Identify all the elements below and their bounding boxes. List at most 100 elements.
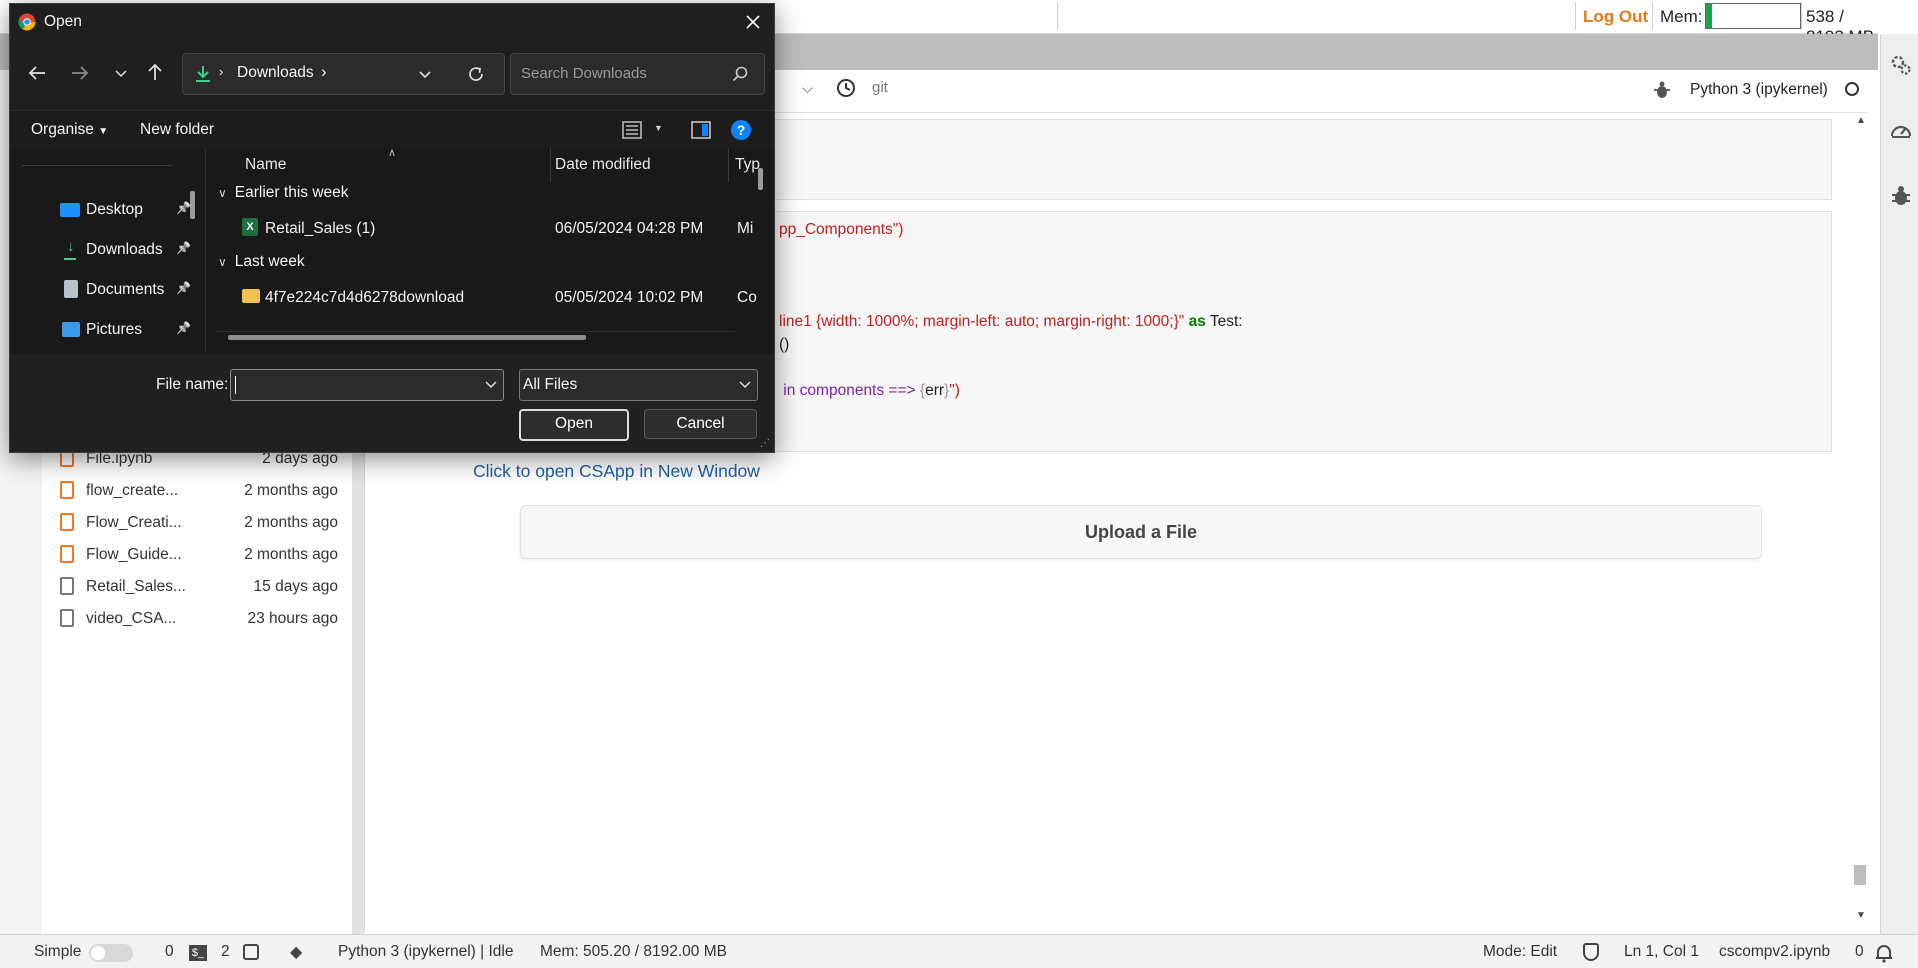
nav-item-documents[interactable]: Documents 📌 — [40, 273, 200, 307]
cursor-position[interactable]: Ln 1, Col 1 — [1624, 943, 1699, 961]
search-downloads-box[interactable]: Search Downloads — [510, 53, 765, 95]
shield-icon[interactable] — [1583, 943, 1599, 961]
clock-icon[interactable] — [836, 78, 856, 98]
nav-item-pictures[interactable]: Pictures 📌 — [40, 313, 200, 347]
file-browser-item[interactable]: Flow_Guide... 2 months ago — [56, 541, 346, 571]
refresh-icon[interactable] — [467, 65, 485, 83]
terminal-icon[interactable]: $_ — [189, 945, 207, 961]
dialog-navbar: › Downloads › Search Downloads — [10, 40, 774, 110]
pin-icon[interactable]: 📌 — [176, 281, 191, 295]
file-browser-item[interactable]: flow_create... 2 months ago — [56, 477, 346, 507]
pin-icon[interactable]: 📌 — [176, 241, 191, 255]
column-header-name[interactable]: Name — [245, 156, 286, 174]
organise-button[interactable]: Organise ▼ — [31, 121, 108, 139]
git-branch-icon[interactable]: ◆ — [290, 942, 302, 962]
kernel-name[interactable]: Python 3 (ipykernel) — [1690, 81, 1828, 99]
scrollbar-thumb[interactable] — [1854, 865, 1866, 885]
up-arrow-icon[interactable] — [146, 63, 164, 81]
group-header[interactable]: ∨ Earlier this week — [218, 184, 349, 202]
code-keyword: as — [1188, 313, 1206, 330]
debugger-icon[interactable] — [1891, 185, 1911, 207]
file-browser-item[interactable]: video_CSA... 23 hours ago — [56, 605, 346, 635]
column-header-date[interactable]: Date modified — [555, 156, 651, 174]
right-sidebar — [1880, 34, 1918, 934]
property-inspector-icon[interactable] — [1890, 54, 1912, 76]
back-arrow-icon[interactable] — [28, 65, 46, 81]
mode-indicator: Mode: Edit — [1483, 943, 1558, 960]
breadcrumb-downloads[interactable]: Downloads — [237, 64, 314, 82]
search-placeholder: Search Downloads — [521, 65, 647, 82]
file-browser-item[interactable]: Retail_Sales... 15 days ago — [56, 573, 346, 603]
close-icon[interactable] — [745, 14, 761, 30]
pin-icon[interactable]: 📌 — [176, 321, 191, 335]
cpu-icon[interactable] — [243, 944, 259, 960]
filename: cscompv2.ipynb — [1719, 943, 1831, 960]
dialog-title: Open — [44, 13, 82, 30]
file-type-filter-value: All Files — [523, 376, 578, 393]
help-icon[interactable]: ? — [731, 120, 751, 140]
file-name-dropdown-chevron-icon[interactable] — [485, 381, 497, 389]
pin-icon[interactable]: 📌 — [176, 201, 191, 215]
view-options-caret-icon[interactable]: ▼ — [654, 123, 663, 133]
file-type-filter[interactable]: All Files — [519, 369, 758, 401]
preview-pane-icon[interactable] — [691, 121, 711, 139]
code-line: pp_Components") — [779, 221, 904, 238]
code-line: () — [779, 336, 790, 353]
column-divider[interactable] — [728, 148, 729, 182]
file-modified: 2 months ago — [244, 482, 338, 499]
nav-scrollbar-thumb[interactable] — [190, 191, 195, 219]
code-text: in components ==> — [779, 382, 920, 399]
address-bar[interactable]: › Downloads › — [182, 53, 505, 95]
forward-arrow-icon[interactable] — [71, 65, 89, 81]
nav-item-downloads[interactable]: ↓ Downloads 📌 — [40, 233, 200, 267]
new-folder-button[interactable]: New folder — [140, 121, 214, 139]
nav-item-desktop[interactable]: Desktop 📌 — [40, 193, 200, 227]
git-button[interactable]: git — [872, 79, 888, 96]
chevron-down-icon[interactable]: ⌵ — [802, 80, 813, 97]
nav-item-label: Documents — [86, 281, 165, 298]
status-bar: Simple 0 $_ 2 ◆ Python 3 (ipykernel) | I… — [0, 934, 1918, 968]
simple-mode-toggle[interactable] — [89, 944, 133, 962]
gauge-icon[interactable] — [1889, 120, 1913, 142]
file-row[interactable]: X Retail_Sales (1) 06/05/2024 04:28 PM Mi — [210, 214, 758, 244]
group-collapse-chevron-icon[interactable]: ∨ — [218, 255, 227, 269]
upload-file-button[interactable]: Upload a File — [520, 505, 1762, 559]
file-list-hscroll-thumb[interactable] — [228, 335, 586, 340]
breadcrumb-separator-icon: › — [219, 64, 224, 79]
bell-icon[interactable] — [1875, 943, 1893, 963]
notification-count: 0 — [1855, 943, 1864, 960]
file-icon — [60, 609, 74, 627]
kernel-count[interactable]: 2 — [221, 943, 230, 961]
column-header-type[interactable]: Typ — [735, 156, 760, 174]
kernel-status[interactable]: Python 3 (ipykernel) | Idle — [338, 943, 513, 961]
scroll-down-arrow-icon[interactable]: ▼ — [1856, 910, 1866, 921]
file-row[interactable]: 4f7e224c7d4d6278download 05/05/2024 10:02… — [210, 283, 758, 313]
file-list-vscroll-thumb[interactable] — [758, 168, 763, 190]
terminal-count[interactable]: 0 — [165, 943, 174, 961]
view-options-icon[interactable] — [622, 121, 642, 139]
group-header[interactable]: ∨ Last week — [218, 253, 305, 271]
open-button[interactable]: Open — [519, 409, 629, 441]
dialog-command-bar: Organise ▼ New folder ▼ ? — [10, 110, 774, 149]
group-collapse-chevron-icon[interactable]: ∨ — [218, 186, 227, 200]
breadcrumb-separator-icon[interactable]: › — [321, 62, 327, 82]
notebook-scrollbar[interactable]: ▲ ▼ — [1852, 113, 1868, 925]
address-dropdown-chevron-icon[interactable] — [418, 70, 432, 80]
scroll-up-arrow-icon[interactable]: ▲ — [1856, 115, 1866, 126]
resize-grip-icon[interactable]: ⋰ — [760, 438, 770, 449]
open-csapp-link[interactable]: Click to open CSApp in New Window — [473, 461, 760, 482]
logout-button[interactable]: Log Out — [1583, 7, 1648, 27]
file-browser-item[interactable]: Flow_Creati... 2 months ago — [56, 509, 346, 539]
search-icon[interactable] — [732, 66, 748, 82]
column-divider[interactable] — [550, 148, 551, 182]
file-name-input[interactable] — [230, 369, 504, 401]
notebook-icon — [60, 513, 74, 531]
filter-dropdown-chevron-icon[interactable] — [739, 381, 751, 389]
recent-locations-chevron-icon[interactable] — [114, 69, 128, 79]
nav-item-label: Downloads — [86, 241, 163, 258]
file-modified: 15 days ago — [253, 578, 338, 595]
notebook-icon — [60, 481, 74, 499]
bug-icon[interactable] — [1654, 81, 1670, 99]
file-row-type: Mi — [737, 220, 754, 237]
cancel-button[interactable]: Cancel — [644, 409, 757, 439]
